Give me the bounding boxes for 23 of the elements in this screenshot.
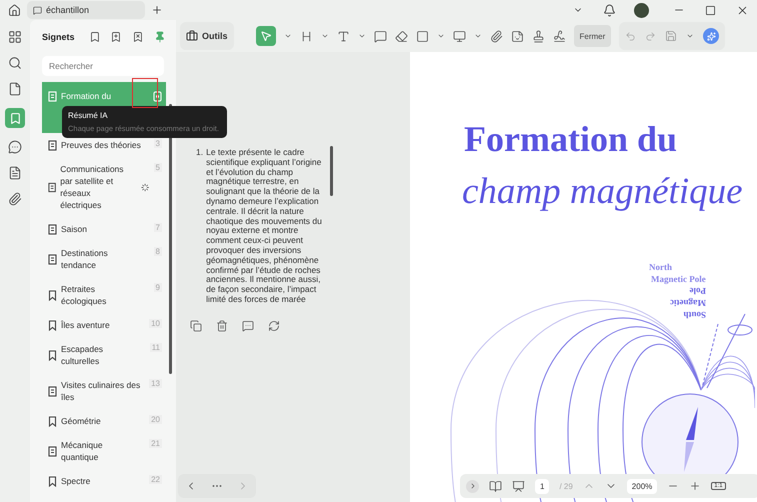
page-number: 22 — [149, 475, 162, 484]
document-title: Formation du — [464, 118, 678, 160]
north-pole-label: North — [649, 262, 672, 272]
page-number: 5 — [154, 163, 162, 172]
page-number: 20 — [149, 415, 162, 424]
page-total: / 29 — [559, 482, 573, 490]
panel-title: Signets — [42, 32, 75, 42]
south-pole-label: South — [683, 310, 706, 320]
page-number: 13 — [149, 379, 162, 388]
south-pole-label: Pole — [690, 286, 706, 296]
summary-text: Le texte présente le cadre scientifique expliquant l’origine et l’évolution du champ magnétique terrestre, en soulignant que la théorie de la dynamo demeure l’explication centrale. Il décrit la nature chaotique des mouvements du noyau externe et montre comment ceux-ci peuvent provoquer des inversions géomagnétiques, phénomène confirmé par l’étude de roches anciennes. Il mentionne aussi, de façon secondaire, l’impact limité des forces de marée — [206, 148, 323, 305]
tooltip-title: Résumé IA — [68, 111, 109, 120]
page-number: 11 — [150, 343, 162, 352]
page-number: 21 — [149, 439, 162, 448]
page-number: 10 — [149, 319, 162, 328]
south-pole-label: Magnetic — [670, 298, 706, 308]
list-number: 1. — [196, 148, 204, 159]
page-number: 9 — [154, 283, 162, 292]
north-pole-label: Magnetic Pole — [651, 274, 706, 284]
page-number: 8 — [154, 247, 162, 256]
page-number: 3 — [154, 139, 162, 148]
document-subtitle: champ magnétique — [462, 170, 744, 213]
page-number: 7 — [154, 223, 162, 232]
